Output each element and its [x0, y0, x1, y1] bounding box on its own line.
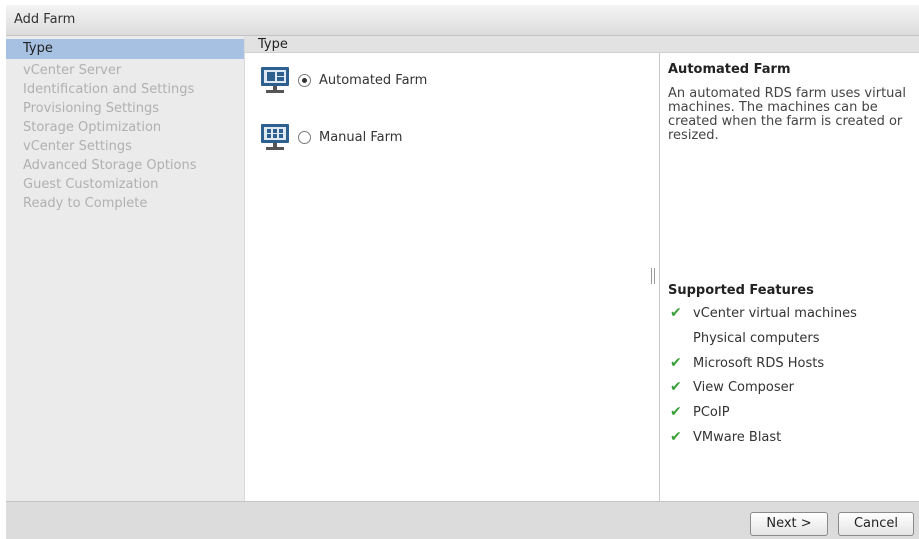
manual-farm-icon	[260, 122, 290, 152]
manual-farm-label[interactable]: Manual Farm	[319, 130, 402, 145]
nav-item-vcenter-settings: vCenter Settings	[23, 139, 132, 154]
automated-farm-icon	[260, 65, 290, 95]
feature-label: Microsoft RDS Hosts	[693, 355, 825, 371]
nav-item-identification-settings: Identification and Settings	[23, 82, 195, 97]
panel-splitter[interactable]	[659, 53, 660, 501]
feature-item: Physical computers	[668, 328, 819, 348]
nav-item-provisioning-settings: Provisioning Settings	[23, 101, 160, 116]
feature-item: ✔ PCoIP	[668, 402, 730, 422]
feature-label: PCoIP	[693, 404, 730, 420]
feature-label: VMware Blast	[693, 429, 782, 445]
nav-item-advanced-storage-options: Advanced Storage Options	[23, 158, 197, 173]
section-header: Type	[245, 36, 919, 53]
info-title: Automated Farm	[668, 62, 791, 77]
info-panel: Automated Farm An automated RDS farm use…	[668, 53, 918, 143]
check-icon: ✔	[670, 429, 682, 445]
feature-label: View Composer	[693, 379, 794, 395]
info-description: An automated RDS farm uses virtual machi…	[668, 86, 906, 143]
nav-item-type[interactable]: Type	[6, 39, 244, 59]
feature-item: ✔ VMware Blast	[668, 427, 781, 447]
automated-farm-label[interactable]: Automated Farm	[319, 73, 427, 88]
feature-item: ✔ vCenter virtual machines	[668, 303, 857, 323]
feature-item: ✔ View Composer	[668, 377, 794, 397]
supported-features-title: Supported Features	[668, 283, 814, 298]
dialog-footer: Next > Cancel	[6, 501, 919, 539]
option-manual-farm[interactable]: Manual Farm	[260, 122, 402, 152]
nav-item-storage-optimization: Storage Optimization	[23, 120, 162, 135]
wizard-nav: Type vCenter Server Identification and S…	[6, 36, 244, 501]
next-button[interactable]: Next >	[750, 512, 828, 536]
feature-label: vCenter virtual machines	[693, 305, 857, 321]
dialog-title: Add Farm	[6, 5, 919, 36]
main-panel: Type Automated Farm Manual Farm Automate…	[244, 36, 919, 501]
automated-farm-radio[interactable]	[298, 73, 311, 87]
check-icon: ✔	[670, 355, 682, 371]
feature-label: Physical computers	[693, 330, 820, 346]
splitter-grip-icon[interactable]	[651, 268, 657, 284]
check-icon: ✔	[670, 379, 682, 395]
option-automated-farm[interactable]: Automated Farm	[260, 65, 427, 95]
check-icon: ✔	[670, 404, 682, 420]
nav-item-ready-to-complete: Ready to Complete	[23, 196, 148, 211]
cancel-button[interactable]: Cancel	[838, 512, 914, 536]
nav-item-guest-customization: Guest Customization	[23, 177, 159, 192]
manual-farm-radio[interactable]	[298, 130, 311, 144]
feature-item: ✔ Microsoft RDS Hosts	[668, 353, 824, 373]
nav-item-vcenter-server: vCenter Server	[23, 63, 122, 78]
check-icon: ✔	[670, 305, 682, 321]
